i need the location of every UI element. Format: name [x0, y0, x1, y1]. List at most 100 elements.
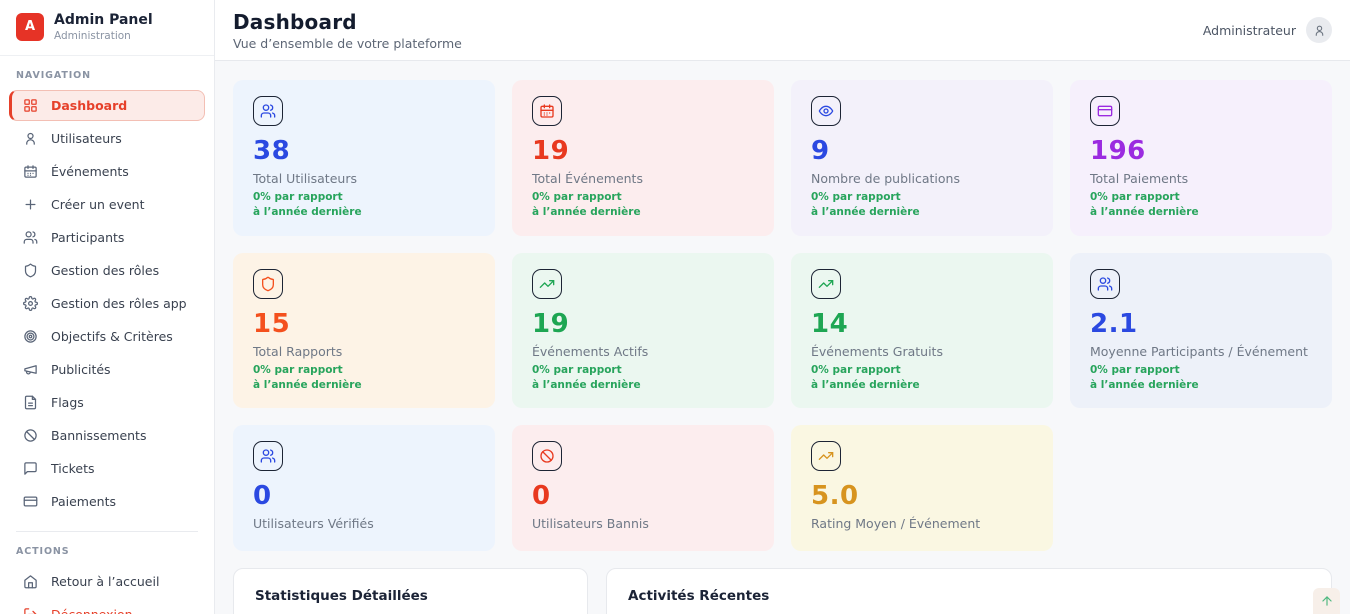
stat-label: Moyenne Participants / Événement [1090, 344, 1312, 360]
stat-label: Événements Actifs [532, 344, 754, 360]
stat-subtext: 0% par rapportà l’année dernière [1090, 363, 1312, 393]
eye-icon [811, 96, 841, 126]
stat-subtext: 0% par rapportà l’année dernière [1090, 190, 1312, 220]
stat-card-utilisateurs-verifies: 0 Utilisateurs Vérifiés [233, 425, 495, 550]
card-icon [23, 494, 38, 509]
sidebar-item-label: Tickets [51, 461, 95, 476]
sidebar-item-gestion-des-roles[interactable]: Gestion des rôles [0, 254, 214, 287]
stat-label: Utilisateurs Bannis [532, 516, 754, 532]
stat-card-total-evenements: 19 Total Événements 0% par rapportà l’anné… [512, 80, 774, 236]
recent-activities-panel: Activités Récentes [606, 568, 1332, 614]
user-icon [23, 131, 38, 146]
ban-icon [532, 441, 562, 471]
shield-icon [23, 263, 38, 278]
users-icon [253, 96, 283, 126]
actions-section-label: ACTIONS [0, 532, 214, 565]
stat-label: Total Événements [532, 171, 754, 187]
bottom-panels: Statistiques Détaillées Activités Récent… [233, 568, 1332, 614]
sidebar-item-publicites[interactable]: Publicités [0, 353, 214, 386]
shield-icon [253, 269, 283, 299]
sidebar-item-label: Participants [51, 230, 124, 245]
stat-value: 0 [532, 483, 754, 509]
stat-label: Rating Moyen / Événement [811, 516, 1033, 532]
detailed-stats-title: Statistiques Détaillées [255, 588, 566, 604]
sidebar-item-gestion-des-roles-app[interactable]: Gestion des rôles app [0, 287, 214, 320]
sidebar-item-label: Créer un event [51, 197, 145, 212]
stats-grid: 38Total Utilisateurs0% par rapportà l’an… [233, 80, 1332, 551]
sidebar-item-creer-un-event[interactable]: Créer un event [0, 188, 214, 221]
stat-value: 15 [253, 311, 475, 337]
sidebar-item-paiements[interactable]: Paiements [0, 485, 214, 518]
megaphone-icon [23, 362, 38, 377]
main-area: Dashboard Vue d’ensemble de votre platef… [215, 0, 1350, 614]
calendar-icon [23, 164, 38, 179]
grid-icon [23, 98, 38, 113]
trend-icon [811, 441, 841, 471]
sidebar-item-label: Gestion des rôles app [51, 296, 187, 311]
sidebar-item-evenements[interactable]: Événements [0, 155, 214, 188]
home-icon [23, 574, 38, 589]
stat-value: 9 [811, 138, 1033, 164]
stat-value: 14 [811, 311, 1033, 337]
sidebar-item-participants[interactable]: Participants [0, 221, 214, 254]
stat-card-evenements-gratuits: 14Événements Gratuits0% par rapportà l’a… [791, 253, 1053, 409]
sidebar-item-dashboard[interactable]: Dashboard [9, 90, 205, 121]
dashboard-content: 38Total Utilisateurs0% par rapportà l’an… [215, 61, 1350, 614]
trend-icon [532, 269, 562, 299]
user-avatar[interactable] [1306, 17, 1332, 43]
sidebar-item-label: Objectifs & Critères [51, 329, 173, 344]
sidebar-item-label: Gestion des rôles [51, 263, 159, 278]
sidebar-item-tickets[interactable]: Tickets [0, 452, 214, 485]
calendar-icon [532, 96, 562, 126]
sidebar: A Admin Panel Administration NAVIGATION … [0, 0, 215, 614]
sidebar-item-label: Paiements [51, 494, 116, 509]
stat-card-total-utilisateurs: 38Total Utilisateurs0% par rapportà l’an… [233, 80, 495, 236]
page-header: Dashboard Vue d’ensemble de votre platef… [215, 0, 1350, 61]
sidebar-item-label: Événements [51, 164, 129, 179]
stat-card-moyenne-participants-evenement: 2.1 Moyenne Participants / Événement 0% pa… [1070, 253, 1332, 409]
sidebar-item-deconnexion[interactable]: Déconnexion [0, 598, 214, 614]
target-icon [23, 329, 38, 344]
app-logo: A [16, 13, 44, 41]
stat-card-rating-moyen-evenement: 5.0 Rating Moyen / Événement [791, 425, 1053, 550]
stat-card-utilisateurs-bannis: 0 Utilisateurs Bannis [512, 425, 774, 550]
nav-section-label: NAVIGATION [0, 56, 214, 89]
stat-card-total-rapports: 15 Total Rapports 0% par rapportà l’année … [233, 253, 495, 409]
sidebar-item-retour-a-l-accueil[interactable]: Retour à l’accueil [0, 565, 214, 598]
stat-subtext: 0% par rapportà l’année dernière [811, 363, 1033, 393]
stat-value: 5.0 [811, 483, 1033, 509]
stat-label: Utilisateurs Vérifiés [253, 516, 475, 532]
sidebar-item-flags[interactable]: Flags [0, 386, 214, 419]
users-icon [1090, 269, 1120, 299]
stat-subtext: 0% par rapportà l’année dernière [253, 190, 475, 220]
ban-icon [23, 428, 38, 443]
stat-subtext: 0% par rapportà l’année dernière [253, 363, 475, 393]
stat-card-evenements-actifs: 19Événements Actifs0% par rapportà l’ann… [512, 253, 774, 409]
sidebar-item-label: Déconnexion [51, 607, 133, 614]
sidebar-item-label: Bannissements [51, 428, 146, 443]
stat-value: 2.1 [1090, 311, 1312, 337]
page-title: Dashboard [233, 10, 462, 34]
nav-list: Dashboard Utilisateurs Événements Créer un … [0, 90, 214, 518]
sidebar-item-utilisateurs[interactable]: Utilisateurs [0, 122, 214, 155]
app-title: Admin Panel [54, 12, 153, 29]
recent-activities-title: Activités Récentes [628, 588, 1310, 604]
file-icon [23, 395, 38, 410]
sidebar-item-label: Utilisateurs [51, 131, 122, 146]
stat-subtext: 0% par rapportà l’année dernière [811, 190, 1033, 220]
stat-subtext: 0% par rapportà l’année dernière [532, 190, 754, 220]
stat-label: Total Rapports [253, 344, 475, 360]
logout-icon [23, 607, 38, 614]
stat-label: Nombre de publications [811, 171, 1033, 187]
sidebar-item-objectifs-criteres[interactable]: Objectifs & Critères [0, 320, 214, 353]
stat-label: Total Paiements [1090, 171, 1312, 187]
sidebar-item-bannissements[interactable]: Bannissements [0, 419, 214, 452]
card-icon [1090, 96, 1120, 126]
stat-card-nombre-de-publications: 9 Nombre de publications 0% par rapportà l… [791, 80, 1053, 236]
stat-value: 19 [532, 138, 754, 164]
page-subtitle: Vue d’ensemble de votre plateforme [233, 36, 462, 51]
stat-value: 0 [253, 483, 475, 509]
sidebar-item-label: Flags [51, 395, 84, 410]
sidebar-header: A Admin Panel Administration [0, 0, 214, 56]
scroll-to-top-button[interactable] [1313, 588, 1340, 614]
